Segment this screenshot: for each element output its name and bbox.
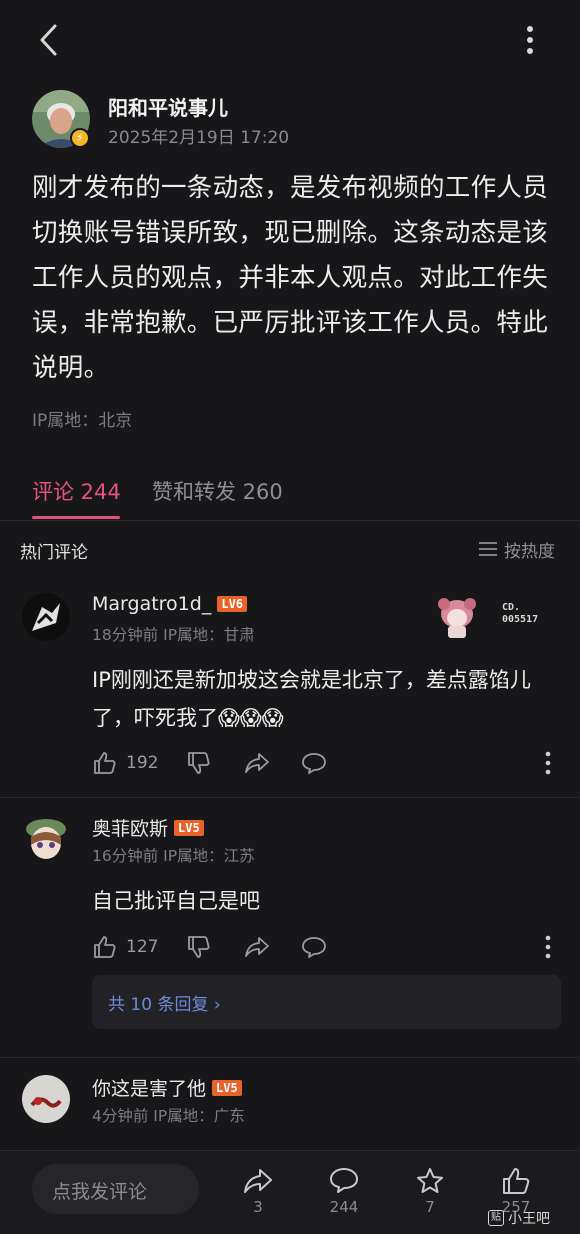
repost-button[interactable]: 3 bbox=[228, 1166, 288, 1216]
decoration-code: CD. 005517 bbox=[502, 602, 539, 625]
commenter-name-text: Margatro1d_ bbox=[92, 593, 212, 615]
tab-likes-reposts[interactable]: 赞和转发 260 bbox=[152, 476, 283, 506]
dislike-button[interactable] bbox=[186, 750, 212, 776]
commenter-name-text: 奥菲欧斯 bbox=[92, 818, 169, 840]
sort-label: 按热度 bbox=[504, 541, 555, 562]
thumbs-up-icon bbox=[92, 750, 118, 776]
favorite-count: 7 bbox=[425, 1198, 435, 1216]
comment-text: IP刚刚还是新加坡这会就是北京了，差点露馅儿了，吓死我了😱😱😱 bbox=[92, 668, 531, 730]
replies-label: 共 10 条回复 › bbox=[108, 995, 221, 1015]
post-ip-location: IP属地：北京 bbox=[32, 411, 133, 431]
watermark-text: 小王吧 bbox=[508, 1211, 550, 1227]
divider bbox=[0, 1057, 580, 1058]
level-badge: LV6 bbox=[217, 596, 248, 612]
share-arrow-icon bbox=[243, 750, 271, 776]
author-name[interactable]: 阳和平说事儿 bbox=[108, 92, 228, 121]
thumbs-up-icon bbox=[500, 1166, 532, 1196]
commenter-avatar[interactable] bbox=[22, 1075, 70, 1123]
comment-meta: 16分钟前 IP属地：江苏 bbox=[92, 847, 255, 865]
like-button[interactable]: 192 bbox=[92, 750, 158, 776]
speech-bubble-icon bbox=[328, 1166, 360, 1196]
speech-bubble-icon bbox=[300, 934, 328, 960]
verified-badge-icon: ⚡ bbox=[70, 128, 90, 148]
dislike-button[interactable] bbox=[186, 934, 212, 960]
repost-count: 3 bbox=[253, 1198, 263, 1216]
comment-more-icon[interactable] bbox=[543, 751, 553, 775]
comment-text: 自己批评自己是吧 bbox=[92, 889, 260, 913]
decoration-sticker bbox=[430, 592, 484, 640]
comment-count: 244 bbox=[329, 1198, 359, 1216]
divider bbox=[0, 797, 580, 798]
comment-meta: 4分钟前 IP属地：广东 bbox=[92, 1107, 245, 1125]
back-icon[interactable] bbox=[30, 20, 70, 60]
comment-more-icon[interactable] bbox=[543, 935, 553, 959]
like-count: 127 bbox=[126, 937, 159, 957]
level-badge: LV5 bbox=[212, 1079, 242, 1096]
thumbs-up-icon bbox=[92, 934, 118, 960]
watermark: 贴 小王吧 bbox=[488, 1208, 550, 1228]
comment-input[interactable]: 点我发评论 bbox=[32, 1164, 199, 1214]
level-badge: LV5 bbox=[174, 819, 204, 836]
post-timestamp: 2025年2月19日 17:20 bbox=[108, 128, 290, 148]
comment-input-placeholder: 点我发评论 bbox=[52, 1181, 148, 1203]
thumbs-down-icon bbox=[186, 750, 212, 776]
tab-comments[interactable]: 评论 244 bbox=[32, 476, 121, 506]
tieba-logo-icon: 贴 bbox=[488, 1210, 504, 1226]
view-replies-button[interactable]: 共 10 条回复 › bbox=[92, 975, 561, 1029]
comment-meta: 18分钟前 IP属地：甘肃 bbox=[92, 626, 255, 644]
commenter-name[interactable]: 奥菲欧斯 LV5 bbox=[92, 814, 204, 841]
hot-comments-title: 热门评论 bbox=[20, 543, 88, 563]
reply-button[interactable] bbox=[300, 750, 328, 776]
commenter-avatar[interactable] bbox=[22, 815, 70, 863]
reply-button[interactable] bbox=[300, 934, 328, 960]
comments-button[interactable]: 244 bbox=[314, 1166, 374, 1216]
menu-lines-icon bbox=[478, 541, 498, 557]
divider bbox=[0, 520, 580, 521]
thumbs-down-icon bbox=[186, 934, 212, 960]
share-button[interactable] bbox=[243, 750, 271, 776]
sort-button[interactable]: 按热度 bbox=[478, 538, 555, 562]
share-button[interactable] bbox=[243, 934, 271, 960]
active-tab-indicator bbox=[32, 516, 120, 519]
commenter-name[interactable]: 你这是害了他 LV5 bbox=[92, 1074, 242, 1101]
share-arrow-icon bbox=[242, 1166, 274, 1196]
like-button[interactable]: 127 bbox=[92, 934, 158, 960]
star-icon bbox=[414, 1166, 446, 1196]
commenter-name[interactable]: Margatro1d_ LV6 bbox=[92, 593, 248, 615]
share-arrow-icon bbox=[243, 934, 271, 960]
more-options-icon[interactable] bbox=[518, 24, 542, 58]
post-content: 刚才发布的一条动态，是发布视频的工作人员切换账号错误所致，现已删除。这条动态是该… bbox=[32, 173, 549, 383]
favorite-button[interactable]: 7 bbox=[400, 1166, 460, 1216]
commenter-name-text: 你这是害了他 bbox=[92, 1078, 207, 1100]
like-count: 192 bbox=[126, 753, 159, 773]
speech-bubble-icon bbox=[300, 750, 328, 776]
commenter-avatar[interactable] bbox=[22, 593, 70, 641]
